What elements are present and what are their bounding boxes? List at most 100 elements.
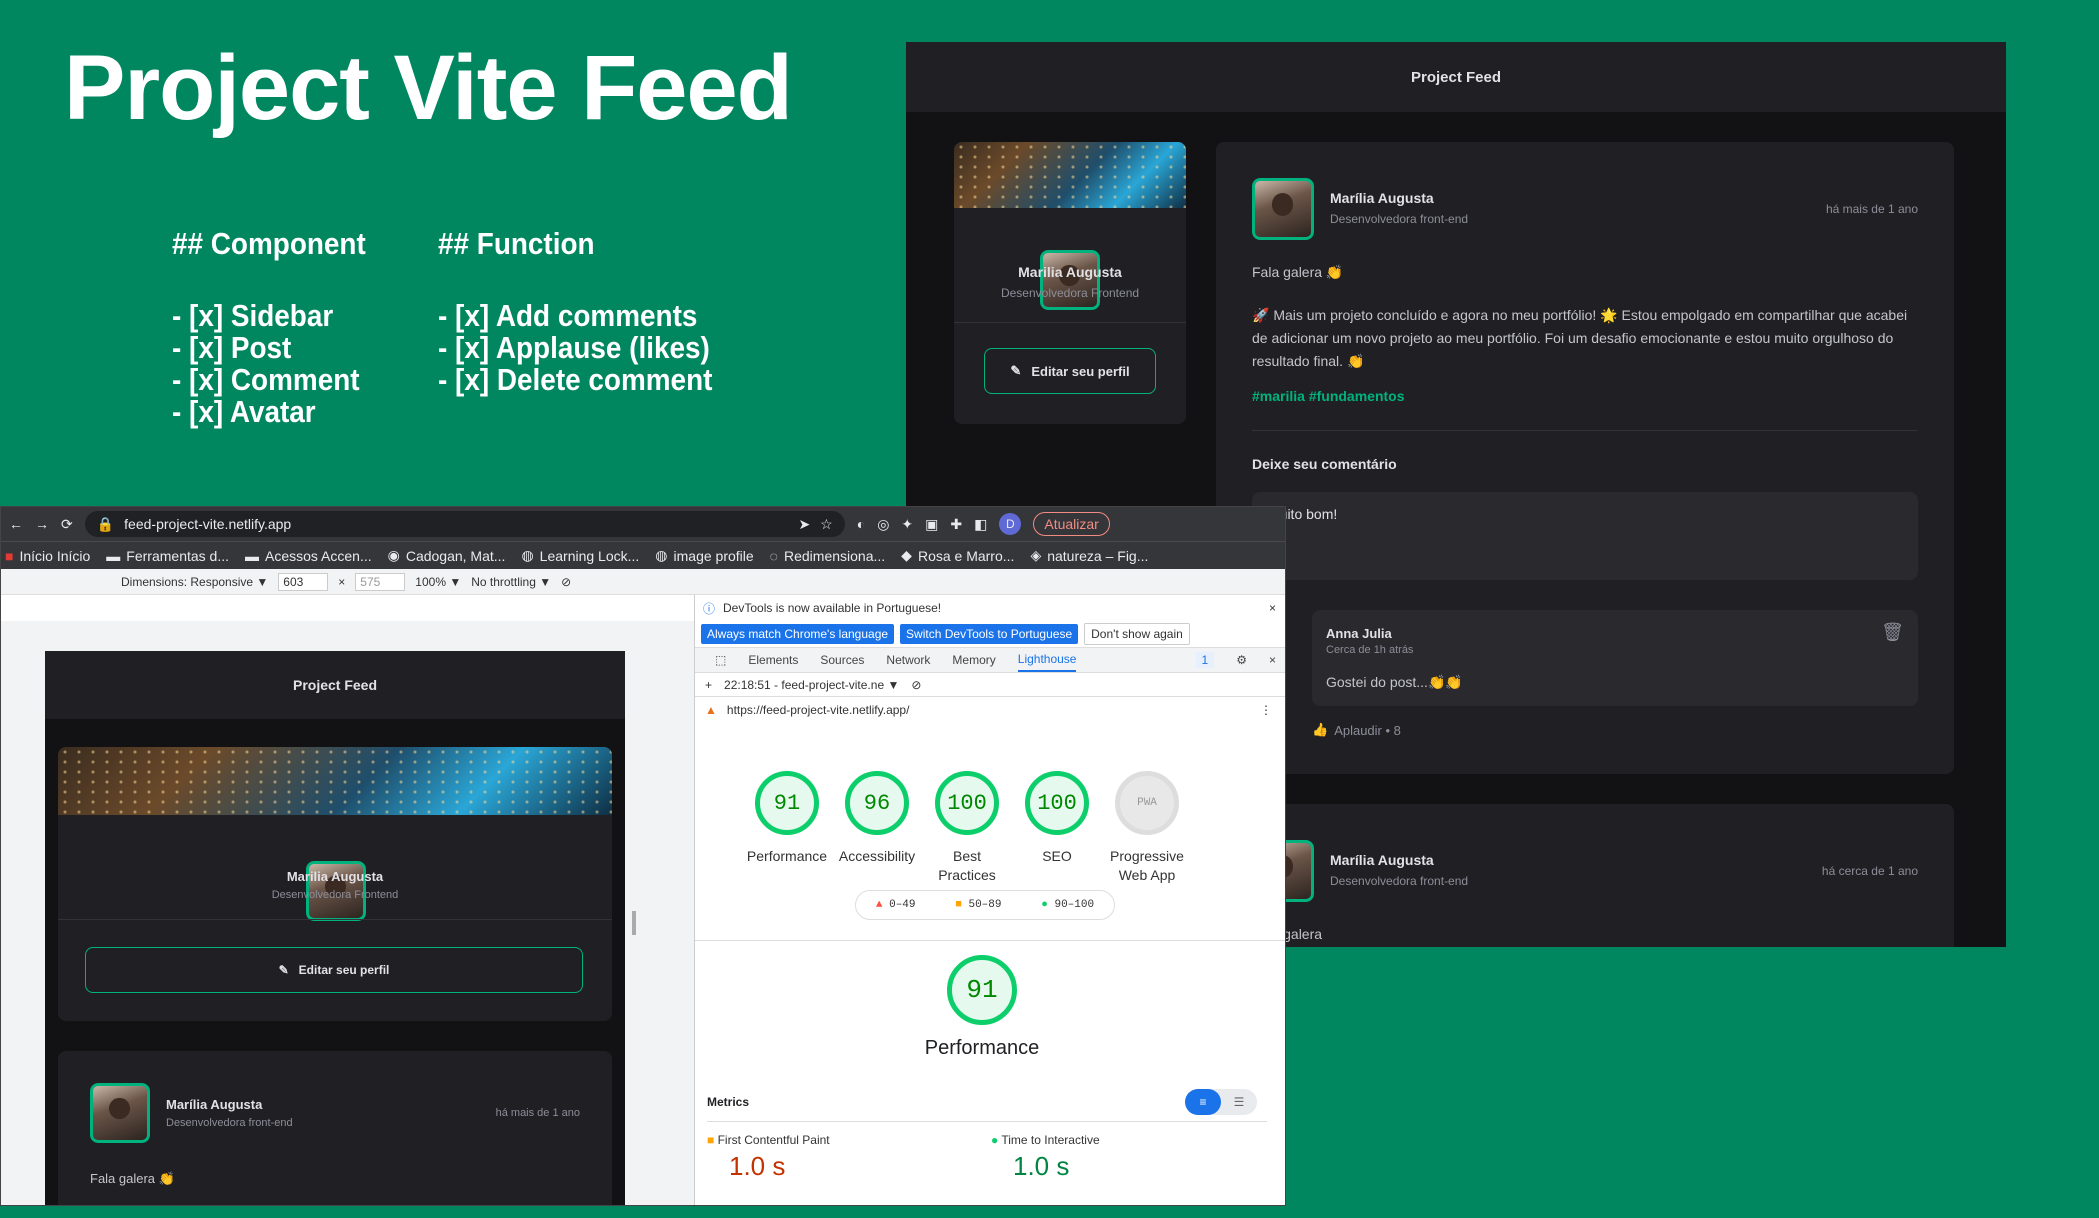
update-button[interactable]: Atualizar (1033, 512, 1110, 536)
divider (58, 919, 612, 920)
score-gauge: 100 (935, 771, 999, 835)
bookmark-icon: ◆ (901, 547, 912, 563)
bookmark-item[interactable]: ◉ Cadogan, Mat... (388, 547, 506, 564)
post-card: Marília Augusta Desenvolvedora front-end… (1216, 804, 1954, 947)
close-icon[interactable]: × (1269, 601, 1276, 615)
tab-network[interactable]: Network (886, 653, 930, 667)
performance-big-gauge: 91 (947, 955, 1017, 1025)
bookmark-item[interactable]: ◍ image profile (655, 547, 753, 564)
browser-window: ← → ⟳ 🔒 feed-project-vite.netlify.app ➤ … (0, 506, 1286, 1206)
performance-heading: Performance (924, 1037, 1040, 1059)
more-icon[interactable]: ⋮ (1260, 703, 1272, 717)
list-icon[interactable]: ≡ (1185, 1089, 1221, 1115)
pencil-icon: ✎ (278, 963, 289, 977)
divider (1252, 430, 1918, 431)
match-language-button[interactable]: Always match Chrome's language (701, 624, 895, 644)
checklist-item: - [x] Avatar (172, 394, 316, 429)
bookmark-item[interactable]: ◍ Learning Lock... (521, 547, 639, 564)
post-greeting: Fala galera 👏 (1252, 264, 1344, 280)
forward-icon[interactable]: → (35, 516, 49, 532)
tab-lighthouse[interactable]: Lighthouse (1017, 652, 1077, 672)
dimensions-select[interactable]: Dimensions: Responsive ▼ (121, 575, 268, 589)
report-url[interactable]: https://feed-project-vite.netlify.app/ (727, 703, 910, 717)
extension-icon[interactable]: ▣ (925, 516, 938, 533)
score-pwa[interactable]: PWA Progressive Web App (1110, 771, 1184, 883)
rotate-icon[interactable]: ⊘ (561, 575, 571, 589)
plus-icon[interactable]: + (705, 678, 712, 692)
mobile-sidebar: Marilia Augusta Desenvolvedora Frontend … (58, 747, 612, 1021)
url-text: feed-project-vite.netlify.app (124, 516, 292, 532)
width-input[interactable]: 603 (278, 572, 329, 591)
view-toggle[interactable]: ≡ ☰ (1185, 1089, 1257, 1115)
switch-language-button[interactable]: Switch DevTools to Portuguese (900, 624, 1079, 644)
height-input[interactable]: 575 (355, 572, 406, 591)
function-heading: ## Function (438, 226, 595, 261)
banner-buttons: Always match Chrome's language Switch De… (695, 621, 1285, 647)
bookmark-icon: ■ (5, 547, 14, 564)
edit-profile-label: Editar seu perfil (1031, 363, 1130, 379)
tab-sources[interactable]: Sources (820, 653, 864, 667)
avatar (1249, 175, 1317, 243)
issues-badge[interactable]: 1 (1195, 652, 1215, 668)
edit-profile-button[interactable]: ✎ Editar seu perfil (984, 348, 1156, 394)
bookmark-item[interactable]: ◆ Rosa e Marro... (901, 547, 1014, 564)
close-icon[interactable]: × (1269, 653, 1276, 667)
throttle-select[interactable]: No throttling ▼ (471, 575, 551, 589)
post-hashtags[interactable]: #marilia #fundamentos (1252, 388, 1405, 404)
post-time: há mais de 1 ano (1825, 202, 1918, 216)
score-gauge: PWA (1115, 771, 1179, 835)
sidepanel-icon[interactable]: ◧ (974, 516, 987, 533)
bookmark-item[interactable]: ▬ Acessos Accen... (245, 548, 372, 564)
extension-icon[interactable]: ✦ (901, 516, 913, 533)
bookmark-item[interactable]: ▬ Ferramentas d... (106, 548, 229, 564)
metric-tti: ● Time to Interactive 1.0 s (991, 1133, 1100, 1181)
checklist-item: - [x] Post (172, 330, 292, 365)
divider (954, 322, 1186, 323)
score-legend: ▲ 0–49 ■ 50–89 ● 90–100 (855, 890, 1115, 920)
applause-button[interactable]: 👍 Aplaudir • 8 (1312, 722, 1401, 738)
dont-show-button[interactable]: Don't show again (1084, 623, 1190, 645)
post-time: há mais de 1 ano (495, 1107, 580, 1119)
comment-textarea[interactable]: Muito bom! (1252, 492, 1918, 580)
extension-icon[interactable]: ◎ (877, 516, 889, 533)
header-title: Project Feed (1410, 68, 1502, 86)
tab-memory[interactable]: Memory (952, 653, 995, 667)
comment-author: Anna Julia (1326, 626, 1392, 641)
score-perf[interactable]: 91 Performance (747, 771, 827, 864)
puzzle-icon[interactable]: ✚ (950, 516, 962, 533)
page-title: Project Vite Feed (64, 37, 793, 139)
bookmark-item[interactable]: ■ Início Início (5, 548, 90, 564)
star-icon[interactable]: ☆ (820, 516, 833, 533)
score-gauge: 100 (1025, 771, 1089, 835)
resize-handle[interactable] (632, 911, 636, 935)
edit-profile-button[interactable]: ✎ Editar seu perfil (85, 947, 583, 993)
profile-avatar[interactable]: D (999, 513, 1022, 535)
avatar (87, 1080, 153, 1146)
back-icon[interactable]: ← (9, 516, 23, 532)
circle-icon: ● (991, 1133, 999, 1147)
send-icon[interactable]: ➤ (798, 516, 810, 533)
trash-icon[interactable]: 🗑 (1881, 622, 1904, 643)
address-bar[interactable]: 🔒 feed-project-vite.netlify.app ➤ ☆ (84, 511, 845, 537)
report-select[interactable]: 22:18:51 - feed-project-vite.ne ▼ (724, 678, 899, 692)
mobile-post-card: Marília Augusta Desenvolvedora front-end… (58, 1051, 612, 1205)
report-toolbar: + 22:18:51 - feed-project-vite.ne ▼ ⊘ (695, 673, 1285, 697)
gear-icon[interactable]: ⚙ (1236, 653, 1247, 667)
extension-icon[interactable]: ◐ (857, 516, 865, 532)
zoom-select[interactable]: 100% ▼ (415, 575, 461, 589)
score-seo[interactable]: 100 SEO (1025, 771, 1089, 864)
post-time: há cerca de 1 ano (1821, 864, 1918, 878)
bookmark-item[interactable]: ◈ natureza – Fig... (1030, 547, 1148, 564)
score-accessibility[interactable]: 96 Accessibility (839, 771, 915, 864)
block-icon[interactable]: ⊘ (911, 678, 921, 692)
devtools-tabs: ⬚ Elements Sources Network Memory Lighth… (695, 647, 1285, 673)
reload-icon[interactable]: ⟳ (61, 516, 73, 533)
bookmark-item[interactable]: ◌ Redimensiona... (770, 548, 886, 564)
globe-icon: ◍ (521, 547, 534, 563)
cover-image (58, 747, 612, 815)
triangle-icon: ▲ (875, 899, 883, 911)
score-best-practices[interactable]: 100 Best Practices (935, 771, 999, 883)
list-detail-icon[interactable]: ☰ (1221, 1089, 1257, 1115)
inspect-icon[interactable]: ⬚ (715, 653, 726, 667)
tab-elements[interactable]: Elements (748, 653, 798, 667)
